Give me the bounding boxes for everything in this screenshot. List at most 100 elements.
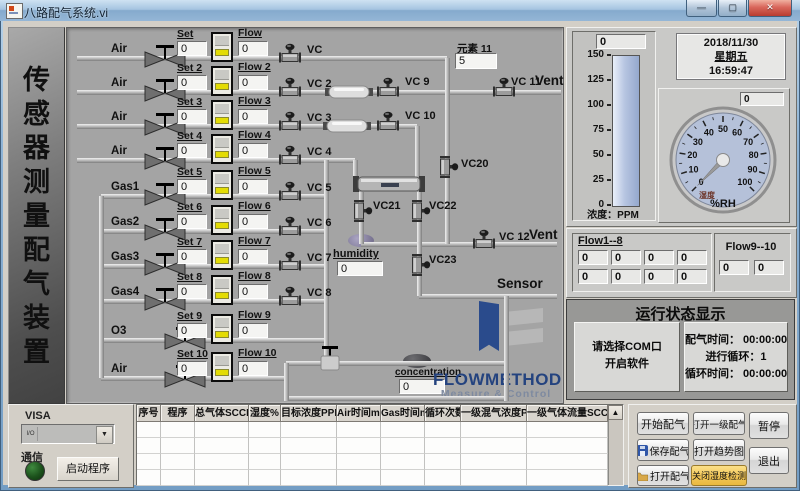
open-gas-button[interactable]: 打开配气 [637, 465, 689, 486]
scroll-up-icon[interactable]: ▲ [608, 405, 623, 420]
concentration-meter-tube [612, 55, 640, 207]
open-primary-gas-button[interactable]: 打开一级配气 [693, 412, 745, 435]
start-gas-button[interactable]: 开始配气 [637, 412, 689, 435]
vc-valve-icon[interactable] [435, 154, 459, 180]
visa-label: VISA [25, 410, 51, 422]
set-input-7[interactable]: 0 [177, 249, 207, 264]
exit-button[interactable]: 退出 [749, 447, 789, 474]
vc-valve-icon[interactable] [277, 181, 303, 203]
flow-label: Flow 3 [238, 95, 271, 107]
table-row [137, 422, 608, 438]
sidebar-char: 感 [23, 97, 50, 131]
clock-weekday: 星期五 [677, 50, 785, 64]
vc-valve-icon[interactable] [471, 229, 497, 251]
close-button[interactable]: ✕ [748, 0, 792, 17]
svg-text:40: 40 [704, 127, 714, 137]
sidebar-char: 置 [23, 335, 50, 369]
dropdown-arrow-icon[interactable]: ▼ [96, 426, 113, 444]
start-program-button[interactable]: 启动程序 [57, 457, 119, 481]
set-input-4[interactable]: 0 [177, 143, 207, 158]
set-input-2[interactable]: 0 [177, 75, 207, 90]
flowmethod-logo-icon [479, 299, 499, 353]
flow-display-4: 0 [238, 143, 268, 158]
meter-tick [607, 129, 611, 131]
minimize-button[interactable]: — [686, 0, 717, 17]
flow-label: Flow 6 [238, 200, 271, 212]
sidebar-char: 器 [23, 131, 50, 165]
set-input-10[interactable]: 0 [177, 361, 207, 376]
close-humidity-detect-button[interactable]: 关闭湿度检测 [691, 465, 747, 486]
pipe [286, 396, 506, 401]
meter-tick-label: 25 [578, 174, 604, 185]
cycle-count: 进行循环：1 [685, 349, 787, 366]
svg-text:20: 20 [687, 150, 697, 160]
open-trend-button[interactable]: 打开趋势图 [693, 439, 745, 461]
table-cell [161, 470, 195, 486]
flow-label: Flow 5 [238, 165, 271, 177]
vc-valve-icon[interactable] [277, 286, 303, 308]
vc-valve-icon[interactable] [277, 111, 303, 133]
element11-input[interactable]: 5 [455, 53, 497, 69]
vc-valve-icon[interactable] [349, 198, 373, 224]
set-label: Set 7 [177, 236, 202, 248]
pipe [445, 58, 450, 244]
flow-label: Flow 7 [238, 235, 271, 247]
set-input-1[interactable]: 0 [177, 41, 207, 56]
gas-label: Air [111, 77, 127, 89]
vc-valve-label: VC23 [429, 254, 457, 266]
set-input-9[interactable]: 0 [177, 323, 207, 338]
clock-date: 2018/11/30 [677, 36, 785, 50]
vc-valve-icon[interactable] [277, 43, 303, 65]
vc-valve-icon[interactable] [277, 216, 303, 238]
table-cell [195, 422, 249, 438]
clock-time: 16:59:47 [677, 64, 785, 78]
flow-display-8: 0 [238, 284, 268, 299]
vc-valve-icon[interactable] [375, 111, 401, 133]
vc-valve-icon[interactable] [277, 251, 303, 273]
mass-flow-controller-icon [211, 134, 233, 164]
gas-label: Gas2 [111, 216, 139, 228]
flow-readout-5: 0 [578, 269, 608, 284]
visa-resource-combo[interactable]: I/O ▼ [21, 424, 115, 444]
table-header-1: 序号 [137, 405, 161, 422]
table-cell [337, 454, 381, 470]
save-gas-button[interactable]: 保存配气 [637, 439, 689, 461]
meter-tick [607, 204, 611, 206]
sidebar-char: 测 [23, 165, 50, 199]
vc-valve-icon[interactable] [375, 77, 401, 99]
flow-display-5: 0 [238, 179, 268, 194]
comm-led [25, 461, 45, 481]
table-scrollbar[interactable]: ▲ [608, 405, 623, 485]
vc-valve-label: VC 12 [499, 231, 530, 243]
visa-io-icon: I/O [24, 427, 38, 441]
program-table: 序号程序总气体SCCM湿度%目标浓度PPMAir时间minGas时间min循环次… [136, 404, 624, 486]
table-cell [425, 454, 461, 470]
flow9-10-label: Flow9--10 [712, 241, 790, 253]
pause-button[interactable]: 暂停 [749, 412, 789, 439]
gas-label: Air [111, 145, 127, 157]
set-input-3[interactable]: 0 [177, 109, 207, 124]
set-input-8[interactable]: 0 [177, 284, 207, 299]
set-label: Set 5 [177, 166, 202, 178]
gas-label: Gas3 [111, 251, 139, 263]
sidebar-char: 气 [23, 267, 50, 301]
vc-valve-icon[interactable] [407, 252, 431, 278]
table-cell [425, 422, 461, 438]
set-input-6[interactable]: 0 [177, 214, 207, 229]
filter-icon [325, 85, 373, 99]
flow-readout-8: 0 [677, 269, 707, 284]
vc-valve-icon[interactable] [277, 77, 303, 99]
vc-valve-label: VC 7 [307, 252, 331, 264]
svg-text:100: 100 [737, 177, 752, 187]
maximize-button[interactable]: ▢ [718, 0, 747, 17]
gas-label: Gas1 [111, 181, 139, 193]
meter-tick-label: 0 [578, 199, 604, 210]
vc-valve-icon[interactable] [407, 198, 431, 224]
cycle-time: 循环时间： 00:00:00 [685, 366, 787, 383]
vc-valve-icon[interactable] [277, 145, 303, 167]
mass-flow-controller-icon [211, 100, 233, 130]
svg-text:80: 80 [749, 150, 759, 160]
table-cell [195, 438, 249, 454]
table-cell [527, 470, 608, 486]
set-input-5[interactable]: 0 [177, 179, 207, 194]
